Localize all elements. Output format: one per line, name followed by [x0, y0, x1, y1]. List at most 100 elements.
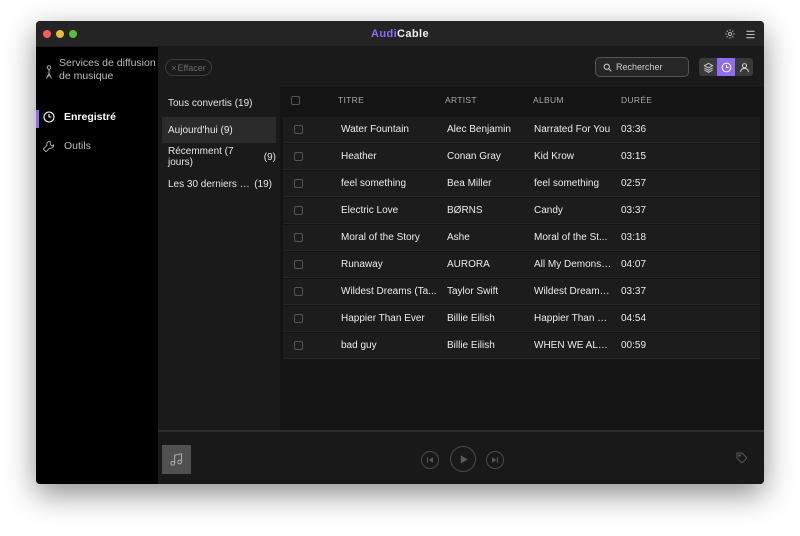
search-box[interactable]: [595, 57, 689, 77]
active-indicator: [36, 110, 39, 128]
track-artist: Billie Eilish: [447, 340, 495, 351]
row-checkbox[interactable]: [294, 179, 303, 188]
album-art: [162, 445, 191, 474]
row-checkbox[interactable]: [294, 341, 303, 350]
row-checkbox[interactable]: [294, 314, 303, 323]
filter-list: Tous convertis (19) Aujourd'hui (9) Réce…: [158, 87, 280, 430]
title-bar: AudiCable: [36, 21, 764, 47]
wrench-icon: [42, 140, 55, 153]
filter-count: (19): [254, 178, 272, 190]
filter-count: (9): [220, 124, 233, 136]
column-header-artist[interactable]: ARTIST: [445, 95, 477, 105]
view-toggle: [699, 58, 753, 76]
track-artist: Alec Benjamin: [447, 124, 511, 135]
table-row[interactable]: feel something Bea Miller feel something…: [283, 171, 760, 197]
skip-back-icon: [427, 457, 433, 463]
track-album: Wildest Dreams...: [534, 286, 612, 297]
clock-icon: [43, 111, 55, 123]
column-header-title[interactable]: TITRE: [338, 95, 364, 105]
filter-label: Récemment (7 jours): [168, 146, 234, 168]
filter-label: Tous convertis: [168, 97, 232, 109]
row-checkbox[interactable]: [294, 152, 303, 161]
music-note-icon: [169, 452, 184, 467]
track-album: Narrated For You: [534, 124, 611, 135]
track-artist: BØRNS: [447, 205, 483, 216]
menu-icon[interactable]: [743, 27, 757, 41]
filter-all-converted[interactable]: Tous convertis (19): [162, 90, 276, 116]
clear-button-label: Effacer: [177, 62, 206, 73]
filter-label: Les 30 derniers jo...: [168, 178, 250, 190]
previous-track-button[interactable]: [421, 451, 439, 469]
track-title: Water Fountain: [341, 124, 409, 135]
row-checkbox[interactable]: [294, 206, 303, 215]
table-header: TITRE ARTIST ALBUM DURÉE: [280, 87, 764, 115]
row-checkbox[interactable]: [294, 287, 303, 296]
filter-today[interactable]: Aujourd'hui (9): [162, 117, 276, 143]
track-title: Runaway: [341, 259, 383, 270]
track-duration: 03:37: [621, 286, 647, 297]
close-icon: ×: [171, 62, 177, 73]
track-table: TITRE ARTIST ALBUM DURÉE Water Fountain …: [280, 87, 764, 430]
column-header-album[interactable]: ALBUM: [533, 95, 564, 105]
sidebar-item-label: Outils: [64, 140, 91, 152]
table-row[interactable]: Happier Than Ever Billie Eilish Happier …: [283, 306, 760, 332]
sidebar: Services de diffusion de musique Enregis…: [36, 47, 158, 484]
gear-icon[interactable]: [723, 27, 737, 41]
player-bar: [158, 430, 764, 484]
tag-icon[interactable]: [736, 452, 750, 466]
track-duration: 04:54: [621, 313, 647, 324]
track-artist: AURORA: [447, 259, 490, 270]
track-duration: 03:18: [621, 232, 647, 243]
skip-forward-icon: [492, 457, 498, 463]
track-album: Happier Than E...: [534, 313, 612, 324]
track-title: Moral of the Story: [341, 232, 420, 243]
table-row[interactable]: Electric Love BØRNS Candy 03:37: [283, 198, 760, 224]
select-all-checkbox[interactable]: [291, 96, 300, 105]
filter-label: Aujourd'hui: [168, 124, 218, 136]
app-title-suffix: Cable: [397, 28, 429, 40]
table-row[interactable]: Heather Conan Gray Kid Krow 03:15: [283, 144, 760, 170]
table-row[interactable]: Wildest Dreams (Ta... Taylor Swift Wilde…: [283, 279, 760, 305]
sidebar-item-streaming-services[interactable]: Services de diffusion de musique: [36, 57, 158, 85]
next-track-button[interactable]: [486, 451, 504, 469]
toolbar: × Effacer: [158, 47, 764, 87]
mic-icon: [43, 65, 55, 79]
track-artist: Taylor Swift: [447, 286, 499, 297]
row-checkbox[interactable]: [294, 260, 303, 269]
sidebar-item-recorded[interactable]: Enregistré: [36, 110, 158, 129]
history-clock-icon[interactable]: [717, 58, 735, 76]
track-duration: 03:15: [621, 151, 647, 162]
track-artist: Conan Gray: [447, 151, 501, 162]
track-album: Candy: [534, 205, 563, 216]
table-row[interactable]: Water Fountain Alec Benjamin Narrated Fo…: [283, 117, 760, 143]
play-icon: [460, 454, 468, 464]
track-duration: 04:07: [621, 259, 647, 270]
track-album: Kid Krow: [534, 151, 575, 162]
clear-button[interactable]: × Effacer: [165, 59, 212, 76]
filter-last-30-days[interactable]: Les 30 derniers jo... (19): [162, 171, 276, 197]
track-duration: 02:57: [621, 178, 647, 189]
app-title: AudiCable: [36, 28, 764, 40]
row-checkbox[interactable]: [294, 125, 303, 134]
track-title: Wildest Dreams (Ta...: [341, 286, 437, 297]
track-artist: Bea Miller: [447, 178, 492, 189]
track-title: bad guy: [341, 340, 377, 351]
play-button[interactable]: [450, 446, 476, 472]
column-header-duration[interactable]: DURÉE: [621, 95, 652, 105]
user-icon[interactable]: [735, 58, 753, 76]
sidebar-item-label: Services de diffusion de musique: [59, 57, 156, 82]
filter-count: (9): [263, 151, 276, 163]
filter-recent-7-days[interactable]: Récemment (7 jours) (9): [162, 144, 276, 170]
table-row[interactable]: bad guy Billie Eilish WHEN WE ALL F... 0…: [283, 333, 760, 359]
sidebar-item-tools[interactable]: Outils: [36, 140, 158, 158]
search-input[interactable]: [616, 62, 686, 72]
app-title-prefix: Audi: [370, 28, 398, 40]
layers-icon[interactable]: [699, 58, 717, 76]
track-album: feel something: [534, 178, 600, 189]
track-duration: 00:59: [621, 340, 647, 351]
table-row[interactable]: Runaway AURORA All My Demons ... 04:07: [283, 252, 760, 278]
table-row[interactable]: Moral of the Story Ashe Moral of the St.…: [283, 225, 760, 251]
app-window: AudiCable Services de diffusion de musiq…: [36, 21, 764, 484]
track-duration: 03:36: [621, 124, 647, 135]
row-checkbox[interactable]: [294, 233, 303, 242]
